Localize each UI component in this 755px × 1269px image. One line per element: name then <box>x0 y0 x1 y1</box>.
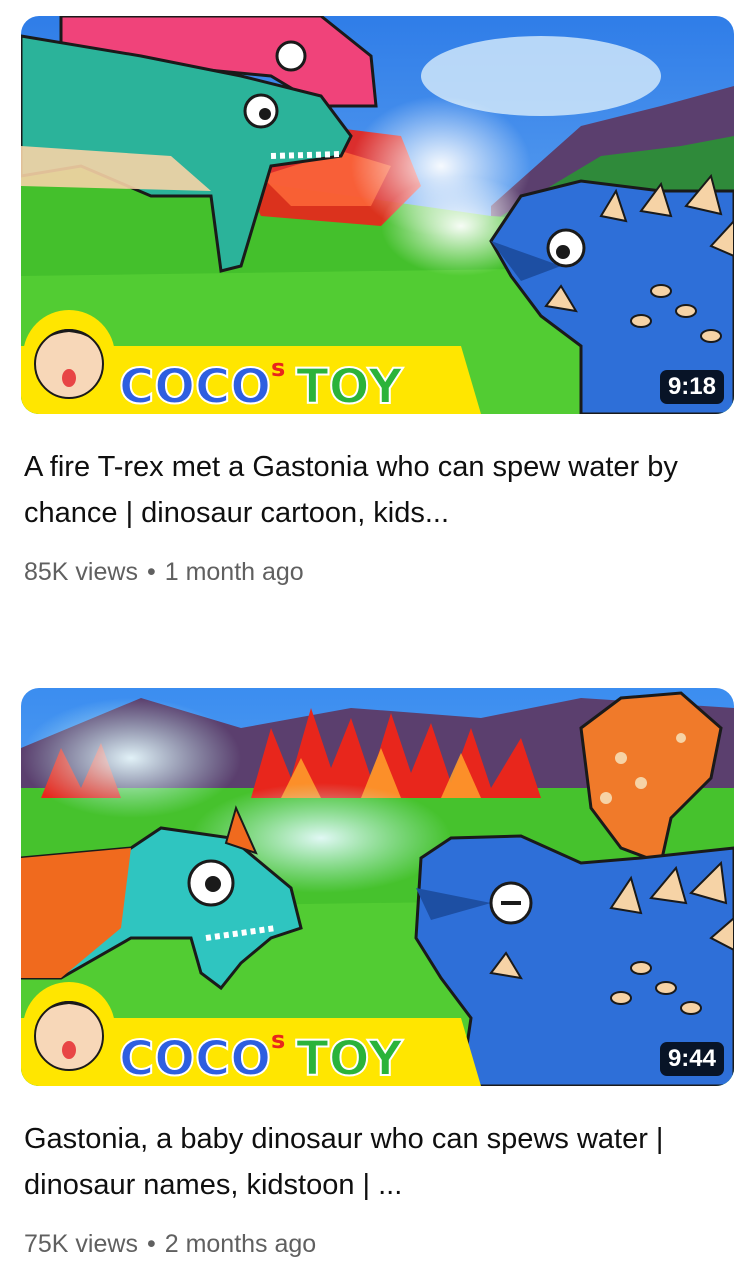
video-thumbnail[interactable]: COCO s TOY 9:44 <box>21 688 734 1086</box>
svg-text:TOY: TOY <box>296 359 404 414</box>
thumbnail-image: COCO s TOY <box>21 688 734 1086</box>
svg-text:s: s <box>271 1026 285 1054</box>
view-count: 75K views <box>24 1230 138 1258</box>
video-title[interactable]: A fire T-rex met a Gastonia who can spew… <box>24 444 724 536</box>
video-metadata: 85K views • 1 month ago <box>24 556 304 588</box>
video-duration-badge: 9:18 <box>659 370 724 404</box>
video-feed: COCO s TOY 9:18 A fire T-rex met a Gasto… <box>0 0 755 1269</box>
svg-text:s: s <box>271 354 285 382</box>
upload-age: 2 months ago <box>164 1230 317 1258</box>
svg-text:COCO: COCO <box>119 1031 271 1086</box>
meta-separator: • <box>146 558 156 586</box>
upload-age: 1 month ago <box>164 558 304 586</box>
svg-text:COCO: COCO <box>119 359 271 414</box>
thumbnail-image: COCO s TOY <box>21 16 734 414</box>
meta-separator: • <box>146 1230 156 1258</box>
svg-text:TOY: TOY <box>296 1031 404 1086</box>
video-duration-badge: 9:44 <box>659 1042 724 1076</box>
video-metadata: 75K views • 2 months ago <box>24 1228 316 1260</box>
video-thumbnail[interactable]: COCO s TOY 9:18 <box>21 16 734 414</box>
video-title[interactable]: Gastonia, a baby dinosaur who can spews … <box>24 1116 724 1208</box>
view-count: 85K views <box>24 558 138 586</box>
